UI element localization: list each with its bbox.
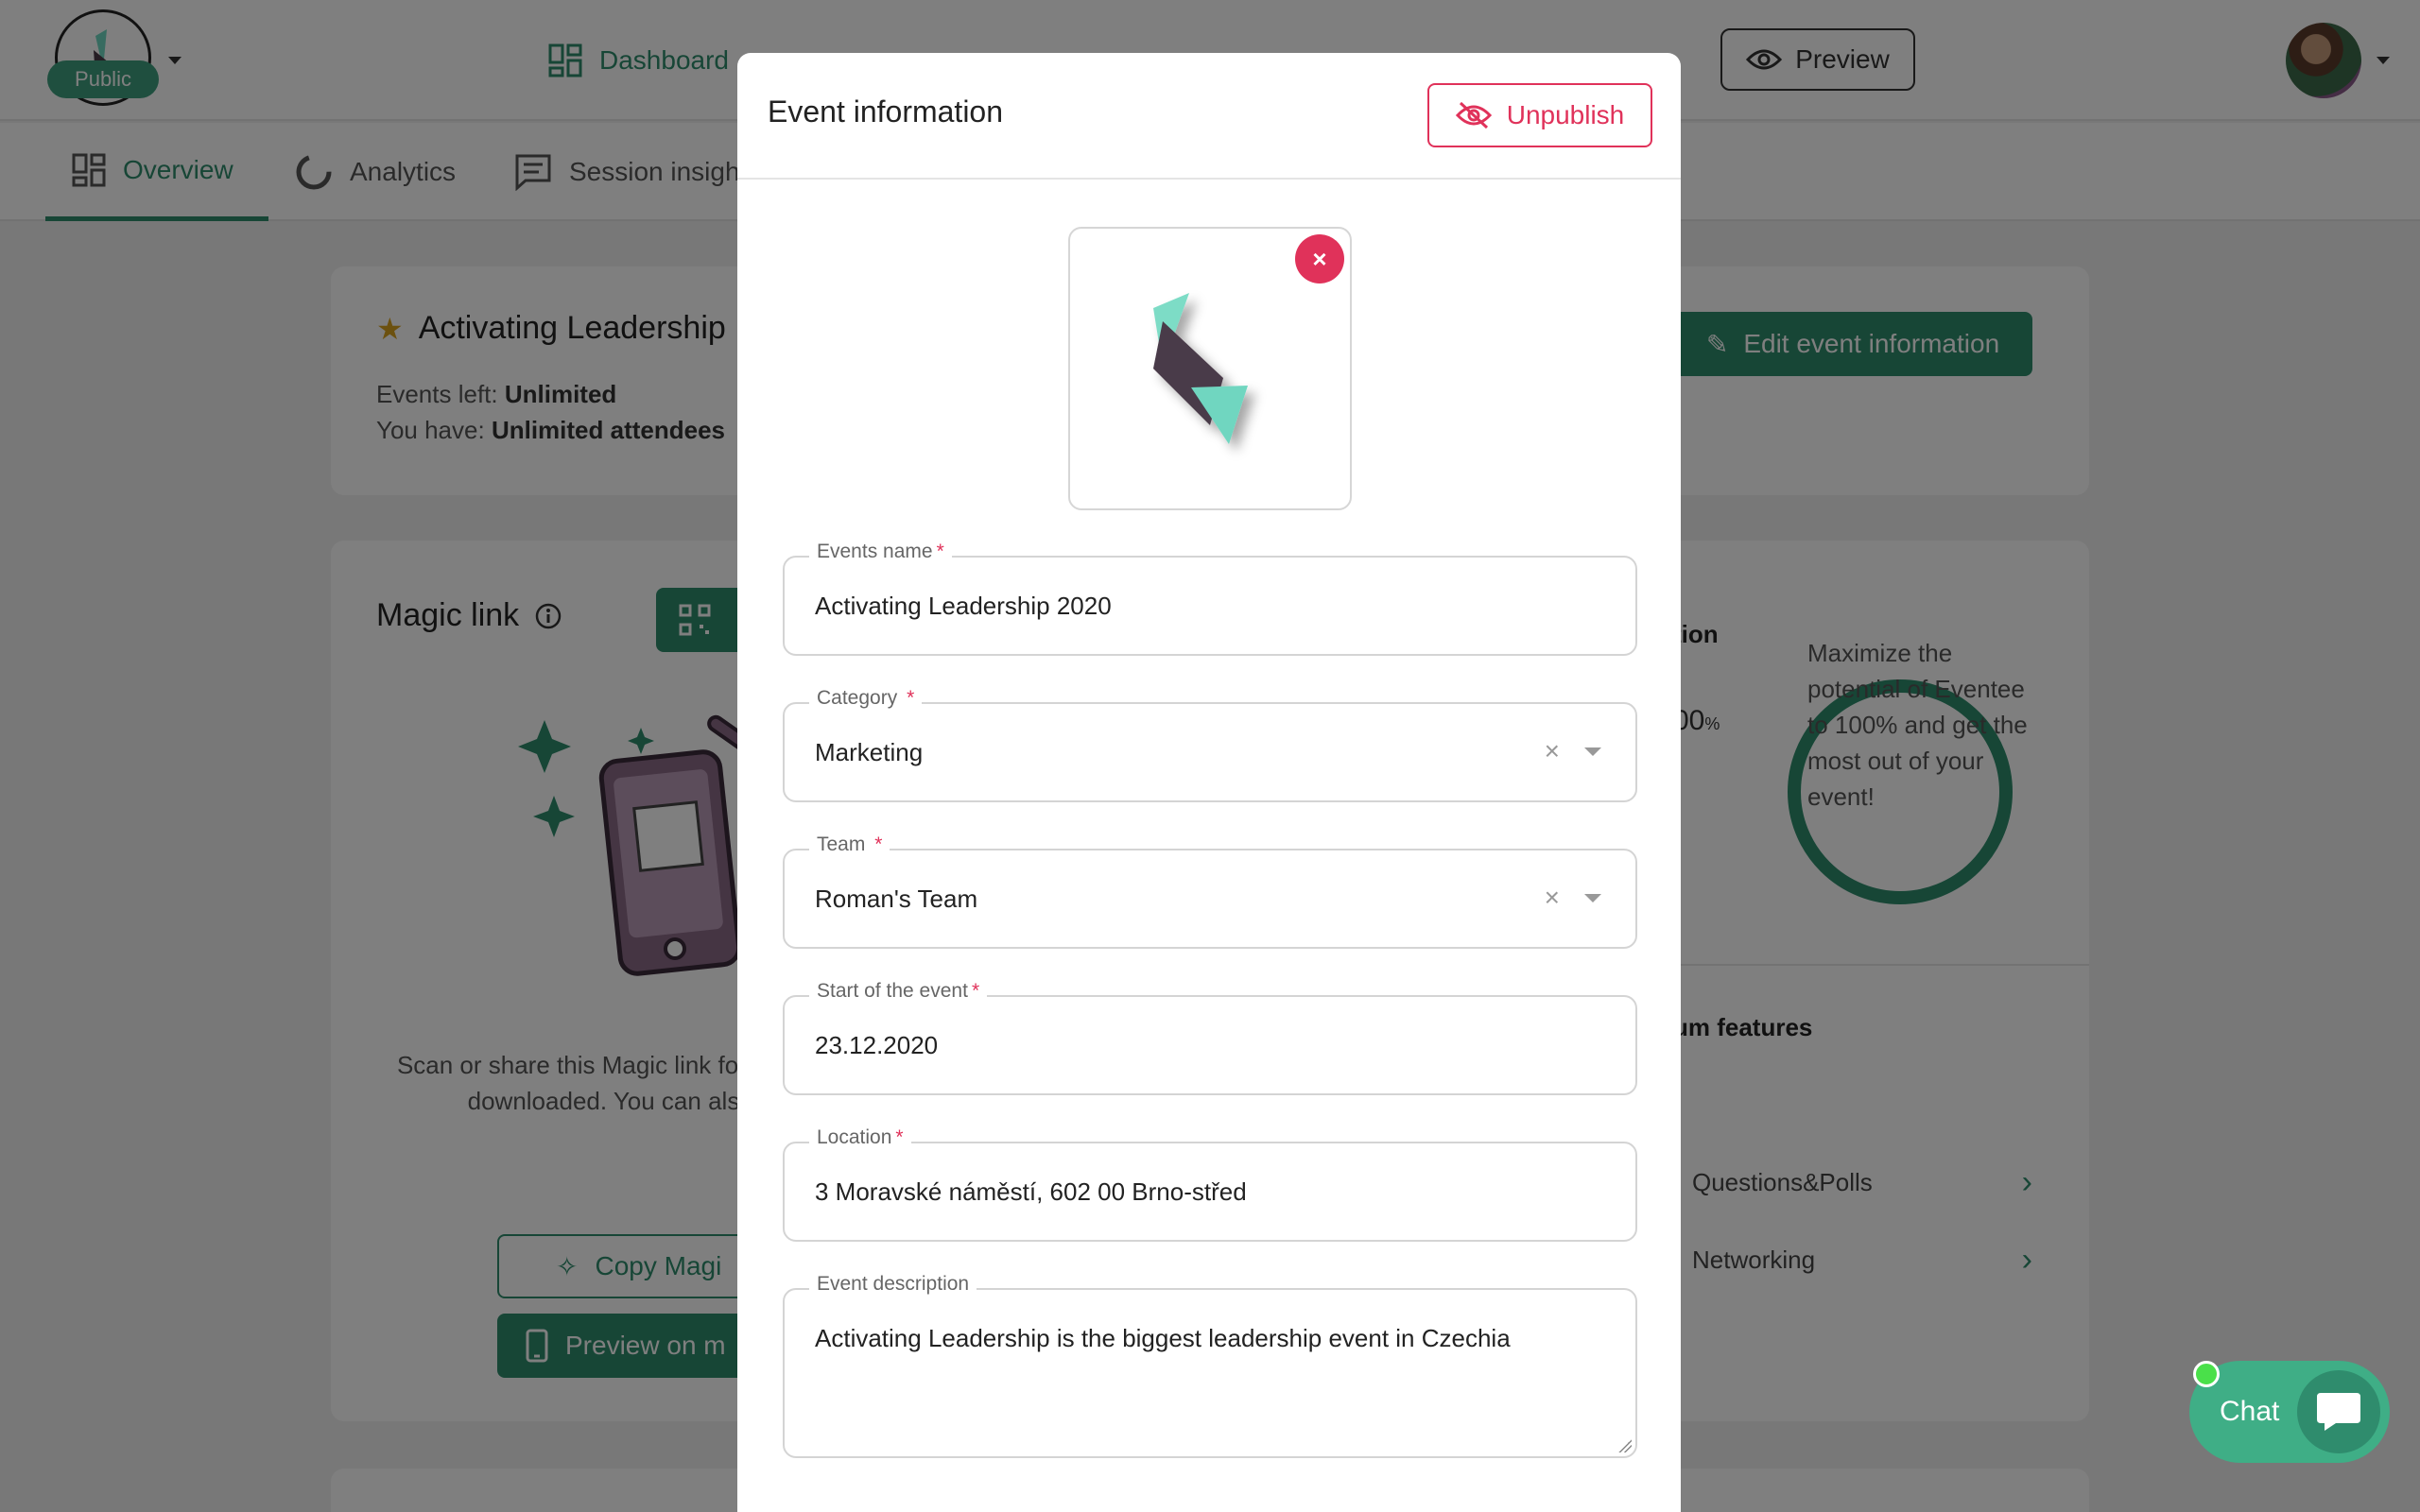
team-select[interactable]: Team * Roman's Team ×	[783, 833, 1637, 949]
clear-category-icon[interactable]: ×	[1545, 736, 1560, 766]
events-name-label-text: Events name	[817, 541, 933, 562]
location-value: 3 Moravské náměstí, 602 00 Brno-střed	[815, 1177, 1247, 1206]
category-label: Category *	[809, 687, 923, 710]
location-field[interactable]: Location * 3 Moravské náměstí, 602 00 Brn…	[783, 1126, 1637, 1242]
modal-title: Event information	[768, 94, 1004, 129]
start-date-value: 23.12.2020	[815, 1031, 939, 1059]
unpublish-label: Unpublish	[1506, 100, 1625, 129]
category-select[interactable]: Category * Marketing ×	[783, 687, 1637, 802]
events-name-value: Activating Leadership 2020	[815, 592, 1112, 620]
team-label: Team *	[809, 833, 890, 856]
start-date-label: Start of the event *	[809, 980, 988, 1003]
required-mark: *	[936, 541, 944, 562]
team-label-text: Team	[817, 833, 866, 855]
event-information-modal: Event information Unpublish × Events nam…	[737, 53, 1681, 1512]
events-name-field[interactable]: Events name * Activating Leadership 2020	[783, 541, 1637, 656]
required-mark: *	[971, 980, 980, 1002]
modal-header: Event information Unpublish	[737, 53, 1681, 180]
required-mark: *	[907, 687, 915, 709]
start-date-label-text: Start of the event	[817, 980, 968, 1002]
remove-logo-button[interactable]: ×	[1295, 234, 1344, 284]
location-label-text: Location	[817, 1126, 892, 1148]
chat-bubble-icon	[2297, 1370, 2380, 1453]
category-value: Marketing	[815, 738, 924, 766]
online-status-dot	[2193, 1361, 2220, 1387]
events-name-label: Events name *	[809, 541, 952, 563]
start-date-field[interactable]: Start of the event * 23.12.2020	[783, 980, 1637, 1095]
chevron-down-icon[interactable]	[1584, 747, 1601, 756]
team-controls: ×	[1545, 883, 1601, 913]
chat-widget[interactable]: Chat	[2189, 1361, 2390, 1463]
chevron-down-icon[interactable]	[1584, 893, 1601, 902]
category-label-text: Category	[817, 687, 898, 709]
logo-upload-area[interactable]: ×	[1068, 227, 1352, 510]
clear-team-icon[interactable]: ×	[1545, 883, 1560, 913]
eye-off-icon	[1455, 101, 1492, 129]
event-description-value: Activating Leadership is the biggest lea…	[815, 1324, 1511, 1352]
resize-handle-icon[interactable]	[1618, 1439, 1632, 1452]
location-label: Location *	[809, 1126, 911, 1149]
category-controls: ×	[1545, 736, 1601, 766]
required-mark: *	[874, 833, 883, 855]
required-mark: *	[895, 1126, 904, 1148]
team-value: Roman's Team	[815, 885, 978, 913]
event-description-label: Event description	[809, 1273, 977, 1296]
event-description-field[interactable]: Event description Activating Leadership …	[783, 1273, 1637, 1458]
chat-label: Chat	[2220, 1396, 2280, 1427]
unpublish-button[interactable]: Unpublish	[1427, 83, 1652, 147]
